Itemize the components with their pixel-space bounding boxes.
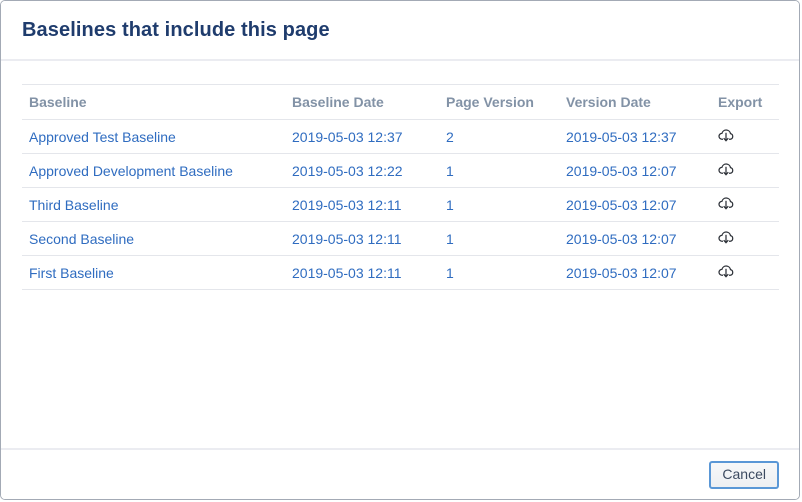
baseline-date-value: 2019-05-03 12:11 <box>292 265 402 281</box>
table-row: First Baseline 2019-05-03 12:11 1 2019-0… <box>22 256 779 290</box>
column-header-page-version: Page Version <box>439 85 559 120</box>
cloud-download-icon <box>718 230 734 245</box>
cloud-download-icon <box>718 196 734 211</box>
table-header-row: Baseline Baseline Date Page Version Vers… <box>22 85 779 120</box>
baseline-link[interactable]: Approved Development Baseline <box>29 163 233 179</box>
export-download-button[interactable] <box>718 162 734 177</box>
version-date-value: 2019-05-03 12:07 <box>566 197 677 213</box>
dialog-header: Baselines that include this page <box>1 1 799 61</box>
page-version-value: 2 <box>446 129 454 145</box>
table-row: Third Baseline 2019-05-03 12:11 1 2019-0… <box>22 188 779 222</box>
version-date-value: 2019-05-03 12:07 <box>566 231 677 247</box>
baselines-dialog: Baselines that include this page Baselin… <box>0 0 800 500</box>
cloud-download-icon <box>718 162 734 177</box>
baseline-link[interactable]: First Baseline <box>29 265 114 281</box>
baseline-date-value: 2019-05-03 12:37 <box>292 129 403 145</box>
version-date-value: 2019-05-03 12:07 <box>566 163 677 179</box>
dialog-footer: Cancel <box>1 448 799 499</box>
column-header-baseline: Baseline <box>22 85 285 120</box>
baseline-link[interactable]: Second Baseline <box>29 231 134 247</box>
page-version-value: 1 <box>446 197 454 213</box>
cloud-download-icon <box>718 264 734 279</box>
dialog-body: Baseline Baseline Date Page Version Vers… <box>1 61 799 448</box>
cancel-button[interactable]: Cancel <box>709 461 779 489</box>
column-header-version-date: Version Date <box>559 85 711 120</box>
cloud-download-icon <box>718 128 734 143</box>
page-version-value: 1 <box>446 231 454 247</box>
baseline-date-value: 2019-05-03 12:22 <box>292 163 403 179</box>
page-version-value: 1 <box>446 163 454 179</box>
export-download-button[interactable] <box>718 128 734 143</box>
baseline-date-value: 2019-05-03 12:11 <box>292 197 402 213</box>
column-header-export: Export <box>711 85 779 120</box>
version-date-value: 2019-05-03 12:37 <box>566 129 677 145</box>
baseline-link[interactable]: Third Baseline <box>29 197 119 213</box>
table-row: Approved Development Baseline 2019-05-03… <box>22 154 779 188</box>
column-header-baseline-date: Baseline Date <box>285 85 439 120</box>
export-download-button[interactable] <box>718 196 734 211</box>
table-row: Second Baseline 2019-05-03 12:11 1 2019-… <box>22 222 779 256</box>
version-date-value: 2019-05-03 12:07 <box>566 265 677 281</box>
page-title: Baselines that include this page <box>22 19 330 42</box>
baseline-date-value: 2019-05-03 12:11 <box>292 231 402 247</box>
table-row: Approved Test Baseline 2019-05-03 12:37 … <box>22 120 779 154</box>
page-version-value: 1 <box>446 265 454 281</box>
export-download-button[interactable] <box>718 264 734 279</box>
baseline-link[interactable]: Approved Test Baseline <box>29 129 176 145</box>
export-download-button[interactable] <box>718 230 734 245</box>
baselines-table: Baseline Baseline Date Page Version Vers… <box>22 84 779 290</box>
